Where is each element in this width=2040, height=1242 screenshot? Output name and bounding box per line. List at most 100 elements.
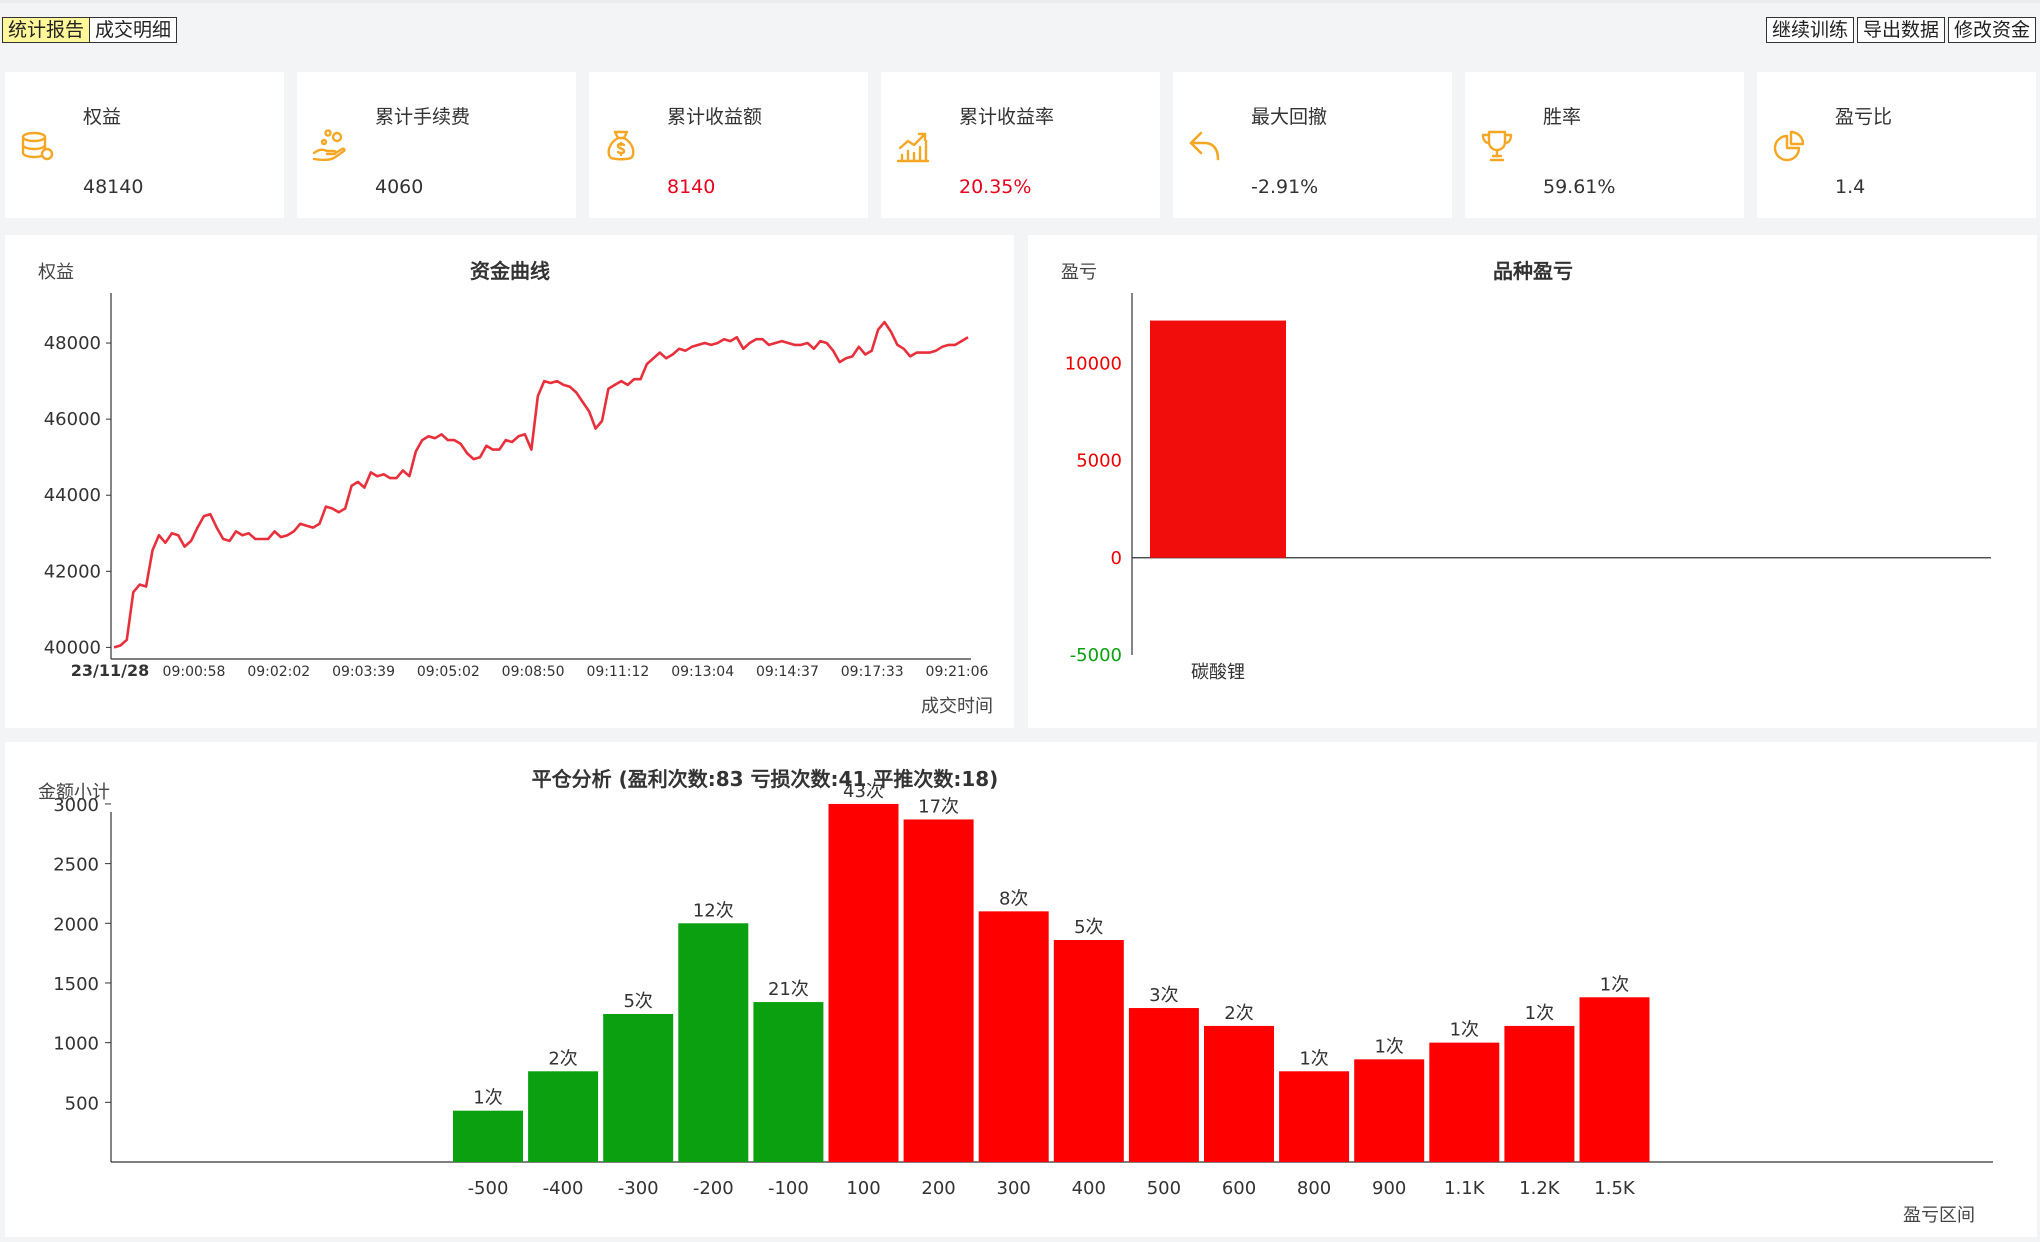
y-tick-label: 2000 <box>53 914 99 935</box>
close-bar <box>453 1110 523 1162</box>
close-category-label: 1.2K <box>1519 1178 1561 1199</box>
stat-value: -2.91% <box>1251 176 1319 198</box>
pnl-y-axis-label: 盈亏 <box>1061 262 1097 283</box>
x-tick-label: 09:02:02 <box>247 664 310 680</box>
close-category-label: 200 <box>921 1178 955 1199</box>
close-count-label: 2次 <box>548 1048 577 1069</box>
close-count-label: 1次 <box>1374 1036 1403 1057</box>
pnl-category-label: 碳酸锂 <box>1191 662 1245 683</box>
y-tick-label: 1000 <box>53 1034 99 1055</box>
close-count-label: 3次 <box>1149 985 1178 1006</box>
product-pnl-chart: 盈亏 品种盈亏 -5000 0 5000 10000 碳酸锂 <box>1061 259 1991 683</box>
stat-value: 8140 <box>667 176 716 198</box>
close-count-label: 1次 <box>1299 1048 1328 1069</box>
x-tick-label: 09:17:33 <box>841 664 904 680</box>
equity-curve-chart: 权益 资金曲线 23/11/28 成交时间 40000 42000 44000 460… <box>38 259 993 717</box>
close-bar <box>1204 1025 1274 1162</box>
close-count-label: 12次 <box>693 900 734 921</box>
close-category-label: 400 <box>1072 1178 1106 1199</box>
close-bar <box>1279 1071 1350 1162</box>
product-pnl-card: 盈亏 品种盈亏 -5000 0 5000 10000 碳酸锂 <box>1028 235 2037 728</box>
stat-label: 累计收益额 <box>667 106 763 128</box>
x-tick-label: 09:21:06 <box>926 664 989 680</box>
y-tick-label: 46000 <box>44 409 101 430</box>
close-bar <box>678 923 749 1162</box>
equity-x-axis-label: 成交时间 <box>921 696 993 717</box>
close-category-label: -200 <box>693 1178 734 1199</box>
close-bar <box>903 819 974 1162</box>
close-category-label: 500 <box>1147 1178 1181 1199</box>
close-category-label: -300 <box>618 1178 659 1199</box>
tab-trade-details[interactable]: 成交明细 <box>90 17 178 43</box>
close-count-label: 21次 <box>768 979 809 1000</box>
stat-card-equity: 权益 48140 <box>5 72 284 218</box>
export-data-button[interactable]: 导出数据 <box>1856 17 1945 43</box>
equity-date-label: 23/11/28 <box>71 661 149 680</box>
stat-label: 盈亏比 <box>1835 106 1893 128</box>
x-tick-label: 09:11:12 <box>586 664 649 680</box>
stat-value: 59.61% <box>1543 176 1616 198</box>
close-bar <box>1128 1008 1199 1162</box>
equity-series-line <box>113 320 969 649</box>
stat-label: 累计收益率 <box>959 106 1055 128</box>
y-tick-label: 42000 <box>44 561 101 582</box>
stat-card-max-drawdown: 最大回撤 -2.91% <box>1173 72 1452 218</box>
undo-arrow-icon <box>1189 131 1220 161</box>
y-tick-label: 44000 <box>44 485 101 506</box>
close-count-label: 1次 <box>1525 1003 1554 1024</box>
pnl-chart-title: 品种盈亏 <box>1493 259 1573 283</box>
close-bar <box>1429 1042 1500 1162</box>
action-toolbar: 继续训练 导出数据 修改资金 <box>1765 17 2036 43</box>
stat-label: 胜率 <box>1543 106 1582 128</box>
view-tabs: 统计报告 成交明细 <box>2 17 178 43</box>
x-tick-label: 09:00:58 <box>163 664 226 680</box>
y-tick-label: 1500 <box>53 974 99 995</box>
y-tick-label: 5000 <box>1076 451 1122 472</box>
close-count-label: 2次 <box>1224 1003 1253 1024</box>
stat-value: 48140 <box>83 176 144 198</box>
stat-value: 4060 <box>375 176 424 198</box>
close-category-label: 1.5K <box>1594 1178 1636 1199</box>
growth-chart-icon <box>896 132 930 163</box>
hand-coins-icon <box>312 129 346 162</box>
equity-chart-title: 资金曲线 <box>470 259 550 283</box>
close-bar <box>978 911 1049 1162</box>
stat-label: 累计手续费 <box>375 106 471 128</box>
y-tick-label: 2500 <box>53 855 99 876</box>
close-count-label: 1次 <box>1450 1020 1479 1041</box>
close-count-label: 8次 <box>999 888 1028 909</box>
equity-curve-card: 权益 资金曲线 23/11/28 成交时间 40000 42000 44000 460… <box>5 235 1014 728</box>
tab-statistics-report[interactable]: 统计报告 <box>2 17 91 43</box>
close-bar <box>1579 997 1650 1162</box>
close-chart-title: 平仓分析 (盈利次数:83 亏损次数:41 平推次数:18) <box>532 767 999 791</box>
x-tick-label: 09:13:04 <box>671 664 734 680</box>
stat-value: 1.4 <box>1835 176 1866 198</box>
pnl-bar <box>1150 320 1286 558</box>
close-bar <box>528 1071 599 1162</box>
trophy-icon <box>1481 130 1513 162</box>
modify-funds-button[interactable]: 修改资金 <box>1947 17 2036 43</box>
continue-training-button[interactable]: 继续训练 <box>1765 17 1854 43</box>
close-count-label: 1次 <box>473 1088 502 1109</box>
close-category-label: -500 <box>468 1178 509 1199</box>
close-category-label: 1.1K <box>1444 1178 1486 1199</box>
stat-value: 20.35% <box>959 176 1032 198</box>
stat-card-profit: 累计收益额 8140 <box>589 72 868 218</box>
y-tick-label: 48000 <box>44 333 101 354</box>
close-count-label: 5次 <box>623 991 652 1012</box>
stat-card-return-rate: 累计收益率 20.35% <box>881 72 1160 218</box>
pie-chart-icon <box>1773 130 1805 162</box>
close-count-label: 5次 <box>1074 917 1103 938</box>
y-tick-label: -5000 <box>1070 645 1122 666</box>
close-count-label: 17次 <box>918 796 959 817</box>
close-category-label: 300 <box>997 1178 1031 1199</box>
close-analysis-card: 金额小计 平仓分析 (盈利次数:83 亏损次数:41 平推次数:18) 盈亏区间… <box>5 742 2037 1237</box>
close-category-label: -100 <box>768 1178 809 1199</box>
database-coins-icon <box>21 131 54 161</box>
close-bar <box>828 803 899 1162</box>
y-tick-label: 0 <box>1111 548 1122 569</box>
stat-card-profit-loss-ratio: 盈亏比 1.4 <box>1757 72 2036 218</box>
y-tick-label: 3000 <box>53 795 99 816</box>
top-border <box>0 0 2040 3</box>
stat-label: 最大回撤 <box>1251 106 1328 128</box>
